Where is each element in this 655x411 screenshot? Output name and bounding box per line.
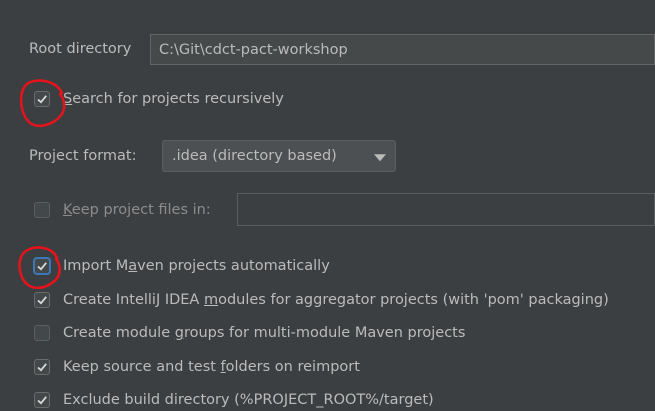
project-format-value: .idea (directory based) [172, 148, 337, 164]
search-recursively-label: Search for projects recursively [63, 91, 284, 107]
checkbox-checked-icon [34, 91, 50, 107]
root-directory-value: C:\Git\cdct-pact-workshop [159, 41, 348, 58]
project-format-dropdown[interactable]: .idea (directory based) [162, 140, 396, 172]
checkbox-checked-icon [34, 292, 50, 308]
search-recursively-checkbox[interactable]: Search for projects recursively [34, 88, 284, 110]
checkbox-checked-icon [34, 392, 50, 408]
exclude-build-directory-checkbox[interactable]: Exclude build directory (%PROJECT_ROOT%/… [34, 389, 434, 411]
keep-source-test-folders-label: Keep source and test folders on reimport [63, 359, 360, 375]
keep-source-test-folders-checkbox[interactable]: Keep source and test folders on reimport [34, 356, 360, 378]
keep-project-files-field[interactable] [237, 193, 655, 226]
root-directory-field[interactable]: C:\Git\cdct-pact-workshop [150, 34, 655, 65]
import-maven-label: Import Maven projects automatically [63, 258, 330, 274]
keep-project-files-label: Keep project files in: [63, 202, 211, 218]
create-module-groups-label: Create module groups for multi-module Ma… [63, 325, 466, 341]
checkbox-checked-icon [34, 359, 50, 375]
create-aggregator-modules-label: Create IntelliJ IDEA modules for aggrega… [63, 292, 609, 308]
checkbox-unchecked-icon [34, 325, 50, 341]
checkbox-checked-icon [34, 258, 50, 274]
keep-project-files-checkbox[interactable]: Keep project files in: [34, 199, 211, 221]
create-module-groups-checkbox[interactable]: Create module groups for multi-module Ma… [34, 322, 465, 344]
top-edge [0, 0, 655, 10]
chevron-down-icon [374, 154, 386, 162]
checkbox-unchecked-icon [34, 202, 50, 218]
project-format-label: Project format: [29, 148, 137, 164]
create-aggregator-modules-checkbox[interactable]: Create IntelliJ IDEA modules for aggrega… [34, 289, 609, 311]
import-maven-automatically-checkbox[interactable]: Import Maven projects automatically [34, 255, 330, 277]
exclude-build-directory-label: Exclude build directory (%PROJECT_ROOT%/… [63, 392, 434, 408]
root-directory-label: Root directory [29, 41, 132, 57]
